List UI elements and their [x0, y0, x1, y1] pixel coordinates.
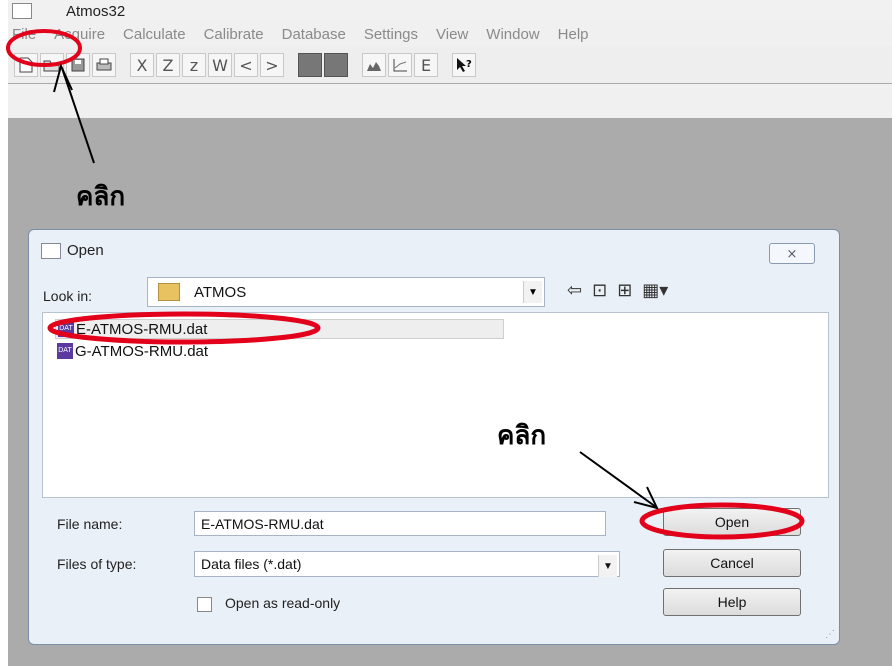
prev-icon[interactable]: < [234, 53, 258, 77]
block-icon[interactable] [298, 53, 322, 77]
read-only-label: Open as read-only [225, 595, 341, 611]
file-type-label: Files of type: [57, 556, 137, 572]
menu-view[interactable]: View [436, 26, 468, 43]
file-name: G-ATMOS-RMU.dat [75, 342, 209, 360]
menu-settings[interactable]: Settings [364, 26, 418, 43]
file-name: E-ATMOS-RMU.dat [76, 320, 208, 338]
help-pointer-icon[interactable]: ? [452, 53, 476, 77]
help-button[interactable]: Help [663, 588, 801, 616]
menu-database[interactable]: Database [282, 26, 346, 43]
file-list: DAT E-ATMOS-RMU.dat DAT G-ATMOS-RMU.dat [42, 312, 829, 498]
menu-calculate[interactable]: Calculate [123, 26, 186, 43]
block-icon[interactable] [324, 53, 348, 77]
view-menu-icon[interactable]: ▦▾ [642, 280, 668, 301]
chevron-down-icon[interactable]: ▼ [598, 555, 617, 577]
open-icon[interactable] [40, 53, 64, 77]
look-in-label: Look in: [43, 288, 93, 304]
look-in-combo[interactable]: ATMOS ▼ [147, 277, 545, 307]
chevron-down-icon[interactable]: ▼ [523, 281, 542, 303]
save-icon[interactable] [66, 53, 90, 77]
close-button[interactable]: ⨯ [769, 243, 815, 264]
resize-grip-icon[interactable]: ⋰ [825, 629, 835, 640]
read-only-checkbox[interactable] [197, 597, 212, 612]
file-type-value: Data files (*.dat) [201, 556, 302, 572]
title-bar: Atmos32 [8, 0, 892, 22]
dialog-title-bar: Open [41, 242, 104, 259]
new-icon[interactable] [14, 53, 38, 77]
app-title: Atmos32 [66, 2, 126, 20]
menu-help[interactable]: Help [558, 26, 589, 43]
status-strip [8, 83, 892, 119]
menu-calibrate[interactable]: Calibrate [204, 26, 264, 43]
w-icon[interactable]: W [208, 53, 232, 77]
file-name-field[interactable]: E-ATMOS-RMU.dat [194, 511, 606, 536]
dat-file-icon: DAT [58, 321, 74, 337]
folder-icon [158, 283, 180, 301]
dialog-title: Open [67, 242, 104, 259]
app-window: Atmos32 File Acquire Calculate Calibrate… [8, 0, 892, 666]
up-folder-icon[interactable]: ⊡ [592, 280, 607, 301]
open-dialog: Open ⨯ Look in: ATMOS ▼ ⇦ ⊡ ⊞ ▦▾ DAT E-A… [28, 229, 840, 645]
dat-file-icon: DAT [57, 343, 73, 359]
menu-window[interactable]: Window [486, 26, 539, 43]
look-in-value: ATMOS [194, 283, 247, 301]
list-item[interactable]: DAT E-ATMOS-RMU.dat [55, 319, 504, 339]
menu-acquire[interactable]: Acquire [54, 26, 105, 43]
click-annotation-text: คลิก [497, 421, 547, 451]
chart-icon[interactable] [362, 53, 386, 77]
svg-text:?: ? [466, 59, 472, 70]
app-icon [12, 3, 32, 19]
next-icon[interactable]: > [260, 53, 284, 77]
file-type-select[interactable]: Data files (*.dat) ▼ [194, 551, 620, 577]
file-name-value: E-ATMOS-RMU.dat [201, 515, 324, 532]
dialog-app-icon [41, 242, 61, 259]
menu-bar: File Acquire Calculate Calibrate Databas… [8, 22, 892, 47]
new-folder-icon[interactable]: ⊞ [617, 280, 632, 301]
z-icon[interactable]: Z [156, 53, 180, 77]
x-icon[interactable]: X [130, 53, 154, 77]
click-annotation-text: คลิก [76, 182, 126, 212]
open-button[interactable]: Open [663, 508, 801, 536]
menu-file[interactable]: File [12, 26, 36, 43]
back-arrow-icon[interactable]: ⇦ [567, 280, 582, 301]
cancel-button[interactable]: Cancel [663, 549, 801, 577]
z-small-icon[interactable]: z [182, 53, 206, 77]
e-icon[interactable]: E [414, 53, 438, 77]
axes-icon[interactable] [388, 53, 412, 77]
print-icon[interactable] [92, 53, 116, 77]
file-name-label: File name: [57, 516, 123, 532]
dialog-nav-icons: ⇦ ⊡ ⊞ ▦▾ [567, 280, 678, 301]
list-item[interactable]: DAT G-ATMOS-RMU.dat [55, 341, 208, 361]
toolbar: X Z z W < > E ? [8, 47, 892, 83]
